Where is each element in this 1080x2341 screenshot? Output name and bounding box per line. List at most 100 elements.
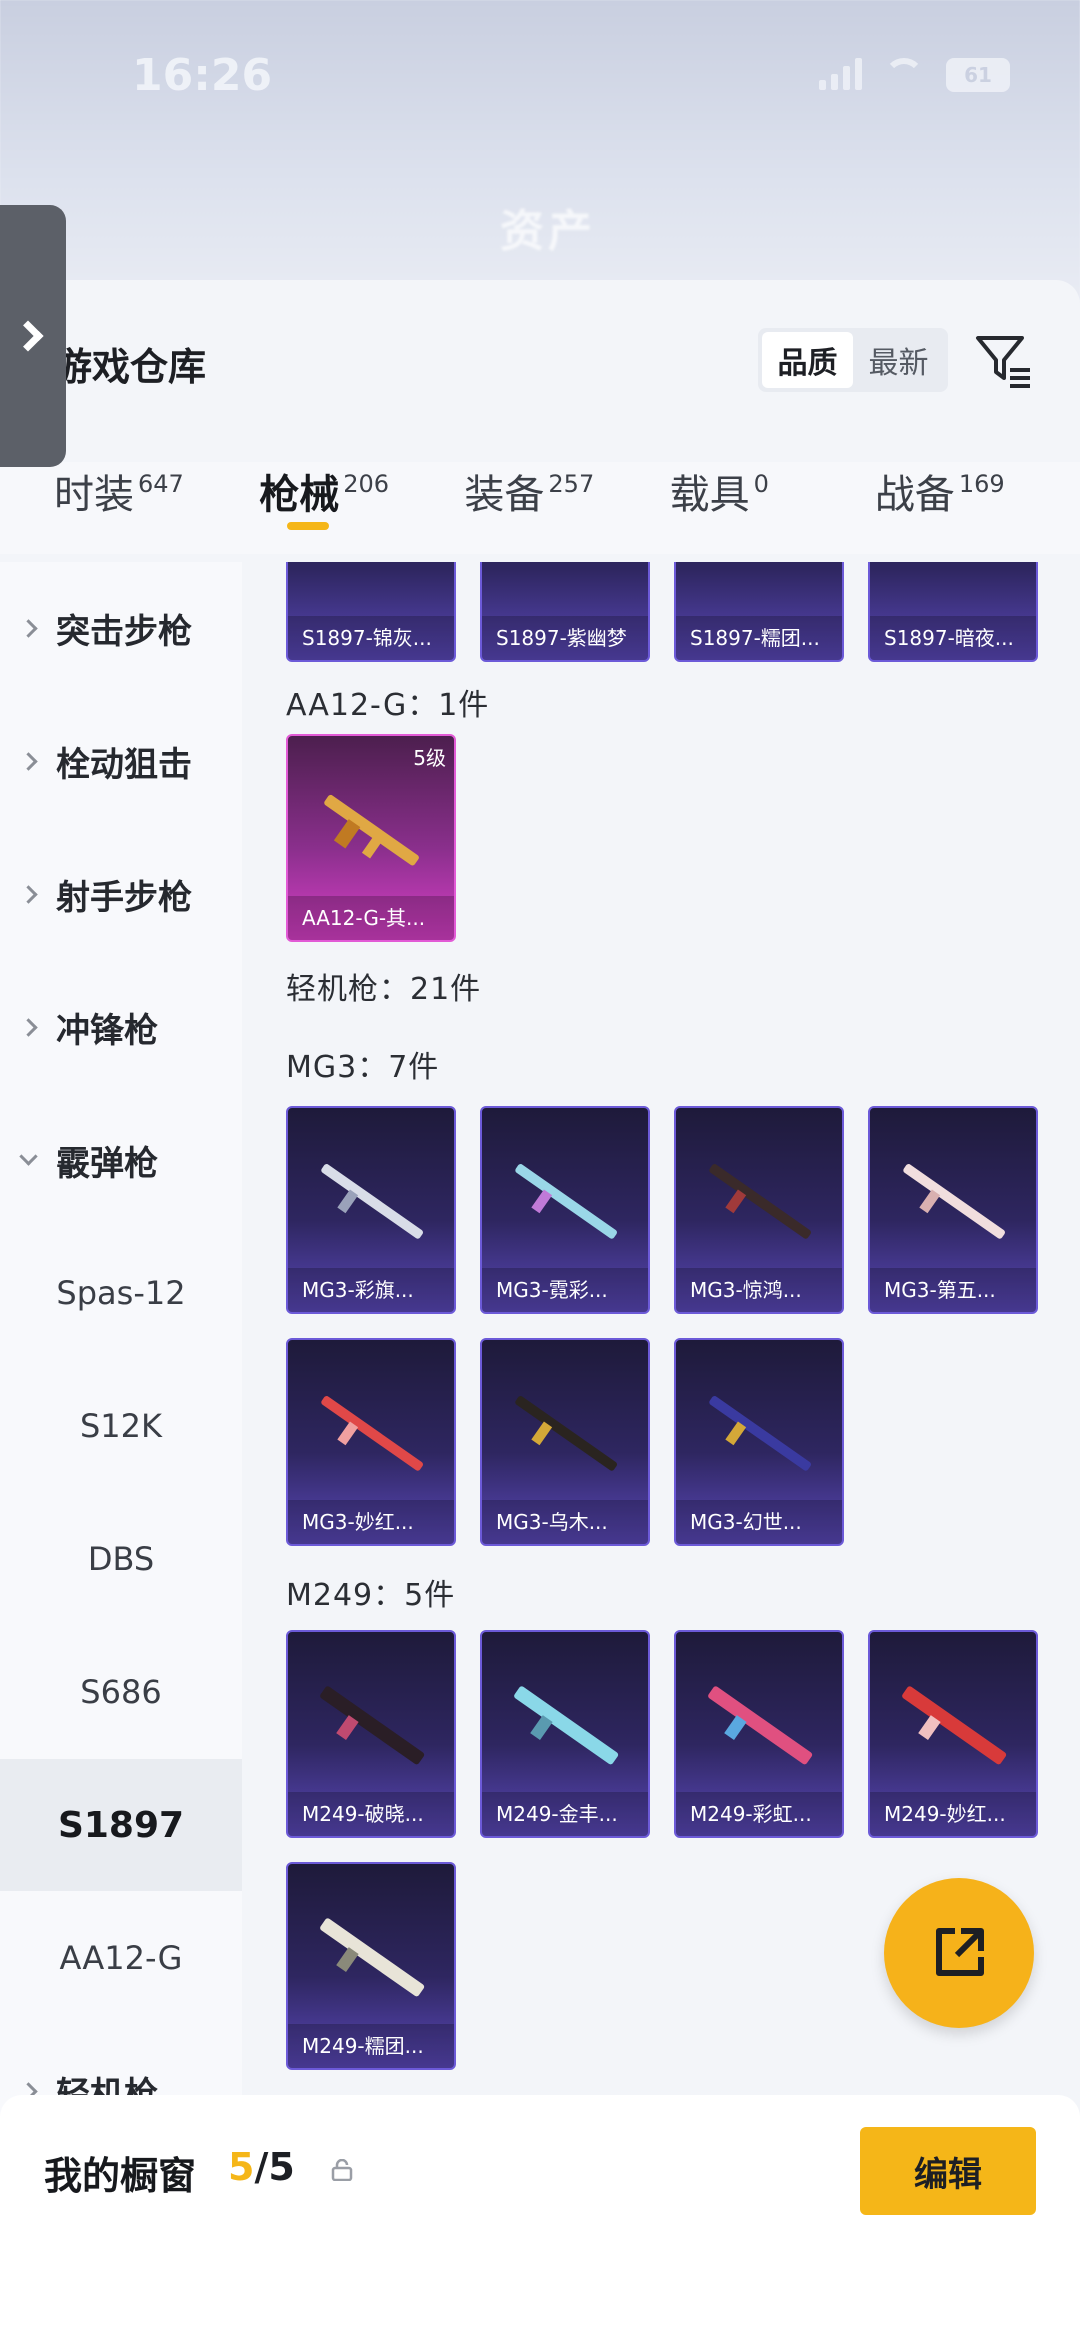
status-icons: 61 xyxy=(819,58,1010,92)
weapon-category-list: 突击步枪 栓动狙击 射手步枪 冲锋枪 霰弹枪 Spas-12 S12K DBS … xyxy=(0,562,242,2341)
filter-icon[interactable] xyxy=(972,330,1034,392)
tab-fashion[interactable]: 时装 647 xyxy=(54,462,259,554)
weapon-image-icon xyxy=(708,1686,813,1765)
weapon-card[interactable]: M249-糯团... xyxy=(286,1862,456,2070)
category-assault-rifle[interactable]: 突击步枪 xyxy=(0,562,242,694)
weapon-card[interactable]: M249-彩虹... xyxy=(674,1630,844,1838)
share-button[interactable] xyxy=(884,1878,1034,2028)
weapon-level: 5级 xyxy=(413,746,446,770)
status-time: 16:26 xyxy=(132,50,273,101)
weapon-image-icon xyxy=(320,1686,425,1765)
chevron-right-icon xyxy=(19,618,38,638)
warehouse-panel: 游戏仓库 品质 最新 时装 647 枪械 206 装备 257 载具 0 战备 169 xyxy=(0,280,1080,2341)
external-link-icon xyxy=(936,1928,984,1976)
tab-label: 战备 xyxy=(874,472,955,518)
tab-count: 169 xyxy=(958,470,1005,498)
weapon-name: M249-妙红... xyxy=(870,1792,1036,1836)
wifi-icon xyxy=(884,58,924,88)
weapon-name: MG3-霓彩... xyxy=(482,1268,648,1312)
subcategory-aa12g[interactable]: AA12-G xyxy=(0,1892,242,2024)
weapon-image-icon xyxy=(321,1164,423,1239)
category-smg[interactable]: 冲锋枪 xyxy=(0,961,242,1093)
weapon-image-icon xyxy=(709,1164,811,1239)
tab-count: 206 xyxy=(343,470,390,498)
category-shotgun[interactable]: 霰弹枪 xyxy=(0,1094,242,1226)
panel-title: 游戏仓库 xyxy=(54,345,207,389)
weapon-card[interactable]: S1897-紫幽梦 xyxy=(480,562,650,662)
weapon-image-icon xyxy=(514,1686,619,1765)
weapon-card[interactable]: MG3-霓彩... xyxy=(480,1106,650,1314)
showcase-total: /5 xyxy=(254,2145,295,2189)
chevron-right-icon xyxy=(12,320,44,352)
edit-button[interactable]: 编辑 xyxy=(860,2127,1036,2215)
category-tabs: 时装 647 枪械 206 装备 257 载具 0 战备 169 xyxy=(0,462,1080,554)
weapon-name: S1897-紫幽梦 xyxy=(482,616,648,660)
sort-newest[interactable]: 最新 xyxy=(853,332,944,388)
weapon-image-icon xyxy=(321,1396,423,1471)
category-bolt-sniper[interactable]: 栓动狙击 xyxy=(0,695,242,827)
showcase-bar: 我的橱窗 5/5 编辑 xyxy=(0,2095,1080,2341)
subcategory-dbs[interactable]: DBS xyxy=(0,1493,242,1625)
weapon-name: MG3-妙红... xyxy=(288,1500,454,1544)
weapon-image-icon xyxy=(320,1918,425,1997)
weapon-image-icon xyxy=(515,1396,617,1471)
tab-weapons[interactable]: 枪械 206 xyxy=(259,462,464,554)
collapse-handle[interactable] xyxy=(0,205,66,467)
tab-label: 载具 xyxy=(669,472,750,518)
subcategory-s686[interactable]: S686 xyxy=(0,1626,242,1758)
weapon-image-icon xyxy=(902,1686,1007,1765)
battery-icon: 61 xyxy=(946,58,1010,92)
weapon-card[interactable]: MG3-彩旗... xyxy=(286,1106,456,1314)
tab-count: 0 xyxy=(753,470,769,498)
weapon-name: MG3-第五... xyxy=(870,1268,1036,1312)
tab-label: 枪械 xyxy=(259,472,340,518)
weapon-image-icon xyxy=(903,1164,1005,1239)
weapon-card[interactable]: 5级 AA12-G-其... xyxy=(286,734,456,942)
category-label: 突击步枪 xyxy=(56,611,192,652)
weapon-card[interactable]: S1897-糯团... xyxy=(674,562,844,662)
weapon-name: MG3-乌木... xyxy=(482,1500,648,1544)
weapon-name: MG3-幻世... xyxy=(676,1500,842,1544)
weapon-card[interactable]: MG3-第五... xyxy=(868,1106,1038,1314)
weapon-name: M249-破晓... xyxy=(288,1792,454,1836)
tab-label: 时装 xyxy=(54,472,134,518)
chevron-right-icon xyxy=(19,884,38,904)
mg3-section-header: MG3：7件 xyxy=(286,1050,440,1085)
subcategory-spas12[interactable]: Spas-12 xyxy=(0,1227,242,1359)
weapon-card[interactable]: M249-破晓... xyxy=(286,1630,456,1838)
weapon-card[interactable]: M249-妙红... xyxy=(868,1630,1038,1838)
aa12-section-header: AA12-G：1件 xyxy=(286,688,490,723)
tab-underline xyxy=(287,522,330,530)
weapon-name: MG3-彩旗... xyxy=(288,1268,454,1312)
weapon-card[interactable]: S1897-暗夜... xyxy=(868,562,1038,662)
m249-section-header: M249：5件 xyxy=(286,1578,456,1613)
weapon-card[interactable]: MG3-妙红... xyxy=(286,1338,456,1546)
weapon-name: MG3-惊鸿... xyxy=(676,1268,842,1312)
blurred-page-title: 资产 xyxy=(500,206,596,257)
weapon-name: M249-糯团... xyxy=(288,2024,454,2068)
chevron-down-icon xyxy=(19,1147,38,1166)
lock-icon xyxy=(331,2159,353,2181)
subcategory-s1897[interactable]: S1897 xyxy=(0,1759,242,1891)
tab-supplies[interactable]: 战备 169 xyxy=(875,462,1080,554)
tab-equipment[interactable]: 装备 257 xyxy=(464,462,669,554)
sort-quality[interactable]: 品质 xyxy=(762,332,853,388)
subcategory-s12k[interactable]: S12K xyxy=(0,1360,242,1492)
chevron-right-icon xyxy=(19,1017,38,1037)
weapon-card[interactable]: MG3-幻世... xyxy=(674,1338,844,1546)
weapon-card[interactable]: M249-金丰... xyxy=(480,1630,650,1838)
weapon-card[interactable]: MG3-乌木... xyxy=(480,1338,650,1546)
weapon-name: S1897-暗夜... xyxy=(870,616,1036,660)
category-label: 冲锋枪 xyxy=(56,1010,158,1051)
category-label: 射手步枪 xyxy=(56,877,192,918)
showcase-title: 我的橱窗 xyxy=(44,2154,197,2198)
tab-vehicles[interactable]: 载具 0 xyxy=(670,462,875,554)
weapon-name: S1897-糯团... xyxy=(676,616,842,660)
tab-count: 647 xyxy=(138,470,184,498)
tab-label: 装备 xyxy=(464,472,545,518)
weapon-name: M249-金丰... xyxy=(482,1792,648,1836)
category-marksman-rifle[interactable]: 射手步枪 xyxy=(0,828,242,960)
weapon-card[interactable]: MG3-惊鸿... xyxy=(674,1106,844,1314)
weapon-card[interactable]: S1897-锦灰... xyxy=(286,562,456,662)
weapon-image-icon xyxy=(324,794,419,866)
